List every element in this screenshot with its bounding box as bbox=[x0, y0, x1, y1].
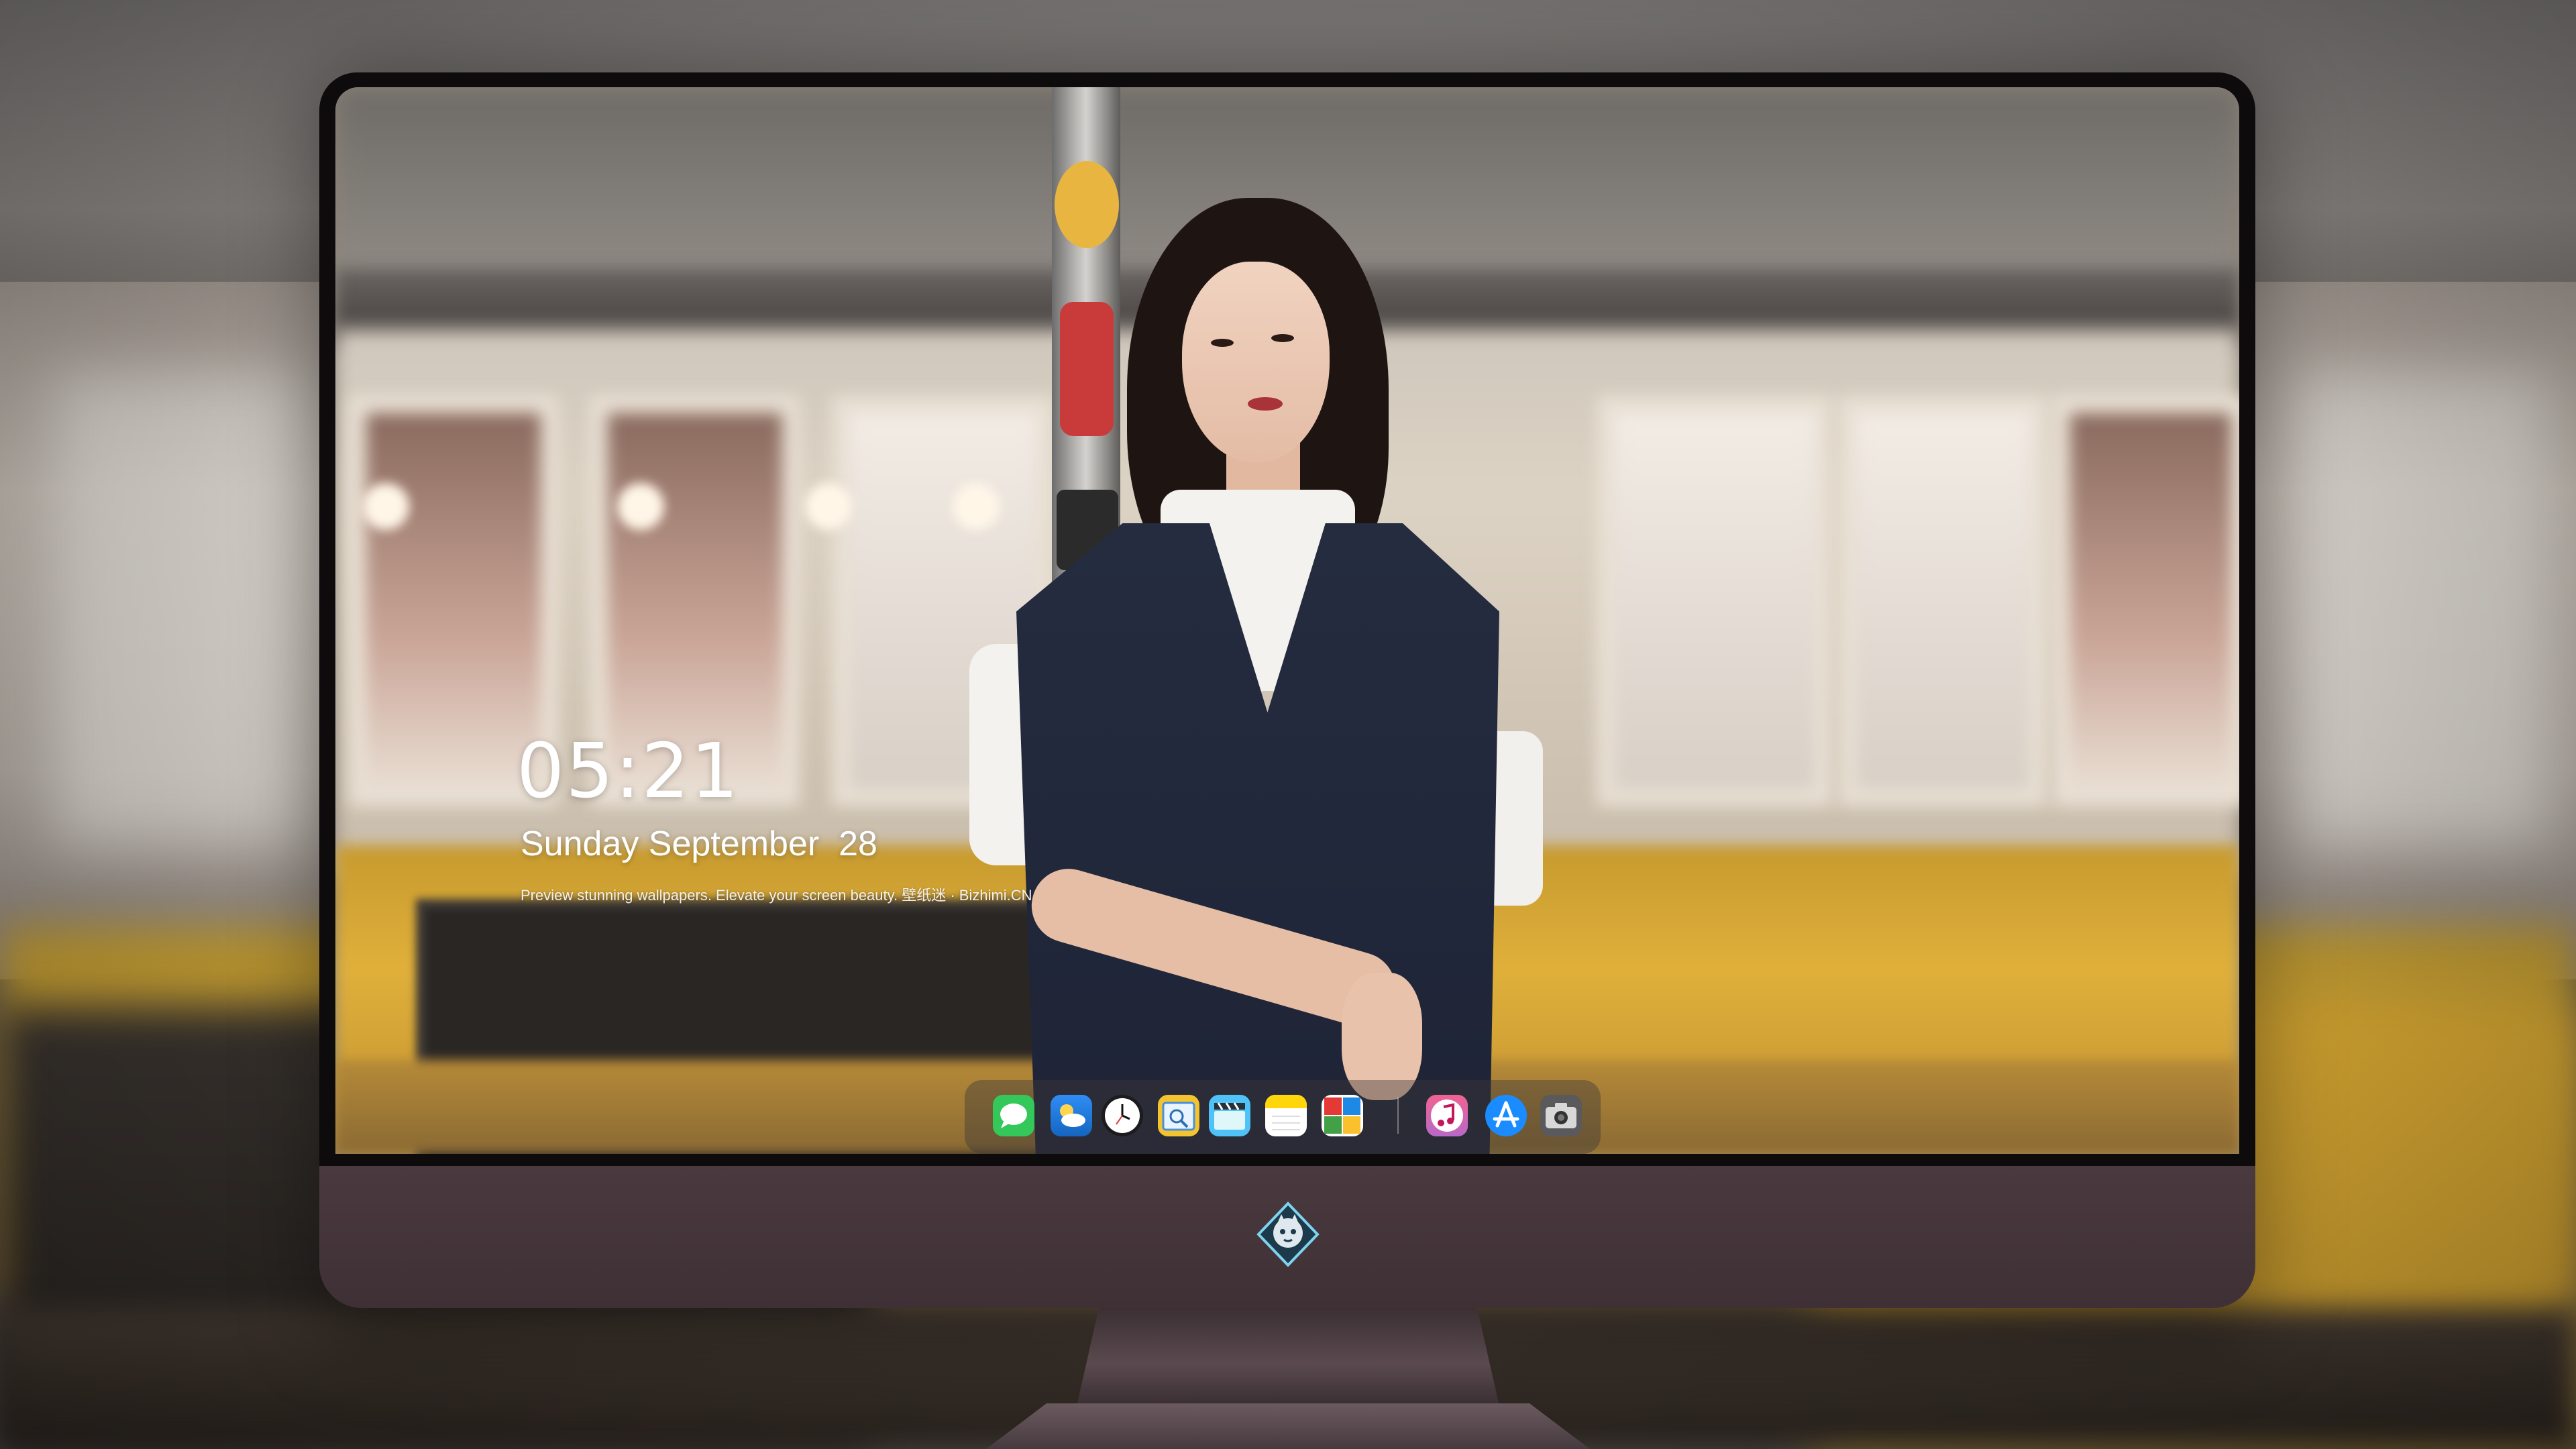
screen bbox=[335, 87, 2239, 1154]
photo-booth-icon[interactable] bbox=[1322, 1095, 1363, 1136]
wallpaper-tram-window bbox=[2053, 396, 2239, 806]
preview-icon[interactable] bbox=[1158, 1095, 1199, 1136]
wallpaper-tram-window bbox=[1597, 396, 1833, 806]
wallpaper-figure-eye bbox=[1271, 334, 1294, 342]
camera-icon[interactable] bbox=[1540, 1095, 1582, 1136]
wallpaper-sticker bbox=[1060, 302, 1114, 436]
lock-screen-tagline: Preview stunning wallpapers. Elevate you… bbox=[521, 887, 1032, 904]
lock-screen-date: Sunday September 28 bbox=[521, 824, 877, 863]
wallpaper-light bbox=[617, 483, 664, 530]
wallpaper-figure-eye bbox=[1211, 339, 1234, 347]
wallpaper-figure-lips bbox=[1248, 397, 1283, 411]
messages-icon[interactable] bbox=[993, 1095, 1034, 1136]
wallpaper-sticker bbox=[1055, 161, 1119, 248]
brand-logo-icon bbox=[1256, 1201, 1320, 1267]
monitor-stand-base bbox=[986, 1403, 1590, 1449]
claquette-icon[interactable] bbox=[1209, 1095, 1250, 1136]
notes-icon[interactable] bbox=[1265, 1095, 1307, 1136]
itunes-icon[interactable] bbox=[1426, 1095, 1468, 1136]
clock-icon[interactable] bbox=[1102, 1095, 1143, 1136]
lock-screen-time: 05:21 bbox=[517, 728, 740, 815]
app-store-icon[interactable] bbox=[1485, 1095, 1527, 1136]
weather-icon[interactable] bbox=[1051, 1095, 1092, 1136]
wallpaper-light bbox=[362, 483, 409, 530]
wallpaper-figure-face bbox=[1182, 262, 1330, 463]
dock-separator bbox=[1397, 1097, 1399, 1134]
wallpaper-tram-window bbox=[1838, 396, 2047, 806]
wallpaper-light bbox=[953, 483, 1000, 530]
wallpaper-light bbox=[805, 483, 852, 530]
